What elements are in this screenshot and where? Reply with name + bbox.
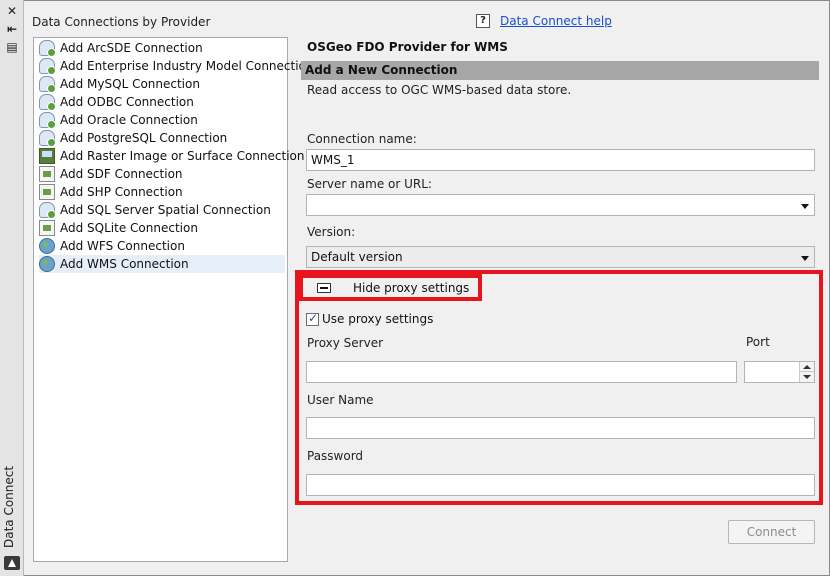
dropdown-arrow-icon[interactable] bbox=[801, 256, 809, 261]
list-item-wms[interactable]: Add WMS Connection bbox=[39, 255, 285, 273]
globe-icon bbox=[39, 256, 55, 272]
database-icon bbox=[39, 130, 56, 147]
list-item-label: Add SHP Connection bbox=[60, 185, 183, 199]
list-item-oracle[interactable]: Add Oracle Connection bbox=[39, 111, 285, 129]
list-item-sdf[interactable]: Add SDF Connection bbox=[39, 165, 285, 183]
spin-down-icon[interactable] bbox=[800, 372, 814, 382]
list-item-shp[interactable]: Add SHP Connection bbox=[39, 183, 285, 201]
use-proxy-checkbox[interactable]: ✓ bbox=[306, 311, 319, 326]
list-item-sql-server-spatial[interactable]: Add SQL Server Spatial Connection bbox=[39, 201, 285, 219]
version-select[interactable]: Default version bbox=[306, 246, 815, 268]
list-item-label: Add MySQL Connection bbox=[60, 77, 200, 91]
provider-title: OSGeo FDO Provider for WMS bbox=[307, 40, 508, 54]
user-name-input[interactable] bbox=[306, 417, 815, 439]
file-icon bbox=[39, 166, 55, 182]
help-icon[interactable]: ? bbox=[476, 14, 490, 28]
database-icon bbox=[39, 112, 56, 129]
connection-name-label: Connection name: bbox=[307, 132, 417, 146]
list-item-sqlite[interactable]: Add SQLite Connection bbox=[39, 219, 285, 237]
file-icon bbox=[39, 184, 55, 200]
list-item-label: Add Enterprise Industry Model Connection bbox=[60, 59, 314, 73]
autocad-logo-icon bbox=[4, 556, 20, 570]
list-item-label: Add ODBC Connection bbox=[60, 95, 194, 109]
use-proxy-label[interactable]: Use proxy settings bbox=[322, 312, 433, 326]
port-spinner[interactable] bbox=[744, 361, 815, 383]
list-item-mysql[interactable]: Add MySQL Connection bbox=[39, 75, 285, 93]
port-label: Port bbox=[746, 335, 770, 349]
list-item-label: Add SQL Server Spatial Connection bbox=[60, 203, 271, 217]
provider-description: Read access to OGC WMS-based data store. bbox=[307, 83, 572, 97]
collapse-icon[interactable] bbox=[317, 283, 331, 293]
dock-icon[interactable]: ⇤ bbox=[4, 22, 20, 36]
list-item-label: Add WMS Connection bbox=[60, 257, 189, 271]
proxy-server-label: Proxy Server bbox=[307, 336, 384, 350]
connect-button[interactable]: Connect bbox=[728, 520, 815, 544]
provider-list[interactable]: Add ArcSDE Connection Add Enterprise Ind… bbox=[33, 37, 314, 562]
raster-icon bbox=[39, 148, 55, 164]
file-icon bbox=[39, 220, 55, 236]
palette-content: Data Connections by Provider Add ArcSDE … bbox=[25, 2, 828, 574]
list-item-enterprise-industry-model[interactable]: Add Enterprise Industry Model Connection bbox=[39, 57, 314, 75]
list-item-label: Add PostgreSQL Connection bbox=[60, 131, 228, 145]
list-item-label: Add SQLite Connection bbox=[60, 221, 198, 235]
palette-title: Data Connect bbox=[2, 465, 16, 548]
properties-icon[interactable]: ▤ bbox=[4, 40, 20, 54]
globe-icon bbox=[39, 238, 55, 254]
password-label: Password bbox=[307, 449, 364, 463]
connection-name-input[interactable] bbox=[306, 149, 815, 171]
section-header: Add a New Connection bbox=[301, 61, 819, 80]
database-icon bbox=[39, 40, 56, 57]
database-icon bbox=[39, 94, 56, 111]
database-icon bbox=[39, 58, 56, 75]
server-url-combo[interactable] bbox=[306, 194, 815, 216]
password-input[interactable] bbox=[306, 474, 815, 496]
help-link[interactable]: Data Connect help bbox=[500, 14, 612, 28]
close-icon[interactable]: ✕ bbox=[4, 4, 20, 18]
database-icon bbox=[39, 76, 56, 93]
list-item-raster[interactable]: Add Raster Image or Surface Connection bbox=[39, 147, 304, 165]
hide-proxy-toggle[interactable]: Hide proxy settings bbox=[299, 274, 482, 301]
proxy-server-input[interactable] bbox=[306, 361, 737, 383]
list-item-odbc[interactable]: Add ODBC Connection bbox=[39, 93, 285, 111]
list-item-label: Add SDF Connection bbox=[60, 167, 183, 181]
spin-up-icon[interactable] bbox=[800, 362, 814, 372]
list-item-wfs[interactable]: Add WFS Connection bbox=[39, 237, 285, 255]
proxy-settings-highlight bbox=[295, 270, 823, 505]
list-item-postgresql[interactable]: Add PostgreSQL Connection bbox=[39, 129, 285, 147]
list-item-label: Add Raster Image or Surface Connection bbox=[60, 149, 305, 163]
checkmark-icon: ✓ bbox=[308, 311, 319, 325]
list-item-label: Add WFS Connection bbox=[60, 239, 185, 253]
dropdown-arrow-icon[interactable] bbox=[801, 204, 809, 209]
version-value: Default version bbox=[311, 250, 403, 264]
list-item-arcsde[interactable]: Add ArcSDE Connection bbox=[39, 39, 285, 57]
list-item-label: Add ArcSDE Connection bbox=[60, 41, 203, 55]
user-name-label: User Name bbox=[307, 393, 374, 407]
version-label: Version: bbox=[307, 225, 356, 239]
database-icon bbox=[39, 202, 56, 219]
server-label: Server name or URL: bbox=[307, 177, 432, 191]
palette-title-strip: ✕ ⇤ ▤ Data Connect bbox=[0, 0, 24, 576]
list-title: Data Connections by Provider bbox=[32, 15, 211, 29]
spinner-buttons bbox=[799, 362, 814, 382]
hide-proxy-label[interactable]: Hide proxy settings bbox=[353, 281, 469, 295]
list-item-label: Add Oracle Connection bbox=[60, 113, 198, 127]
